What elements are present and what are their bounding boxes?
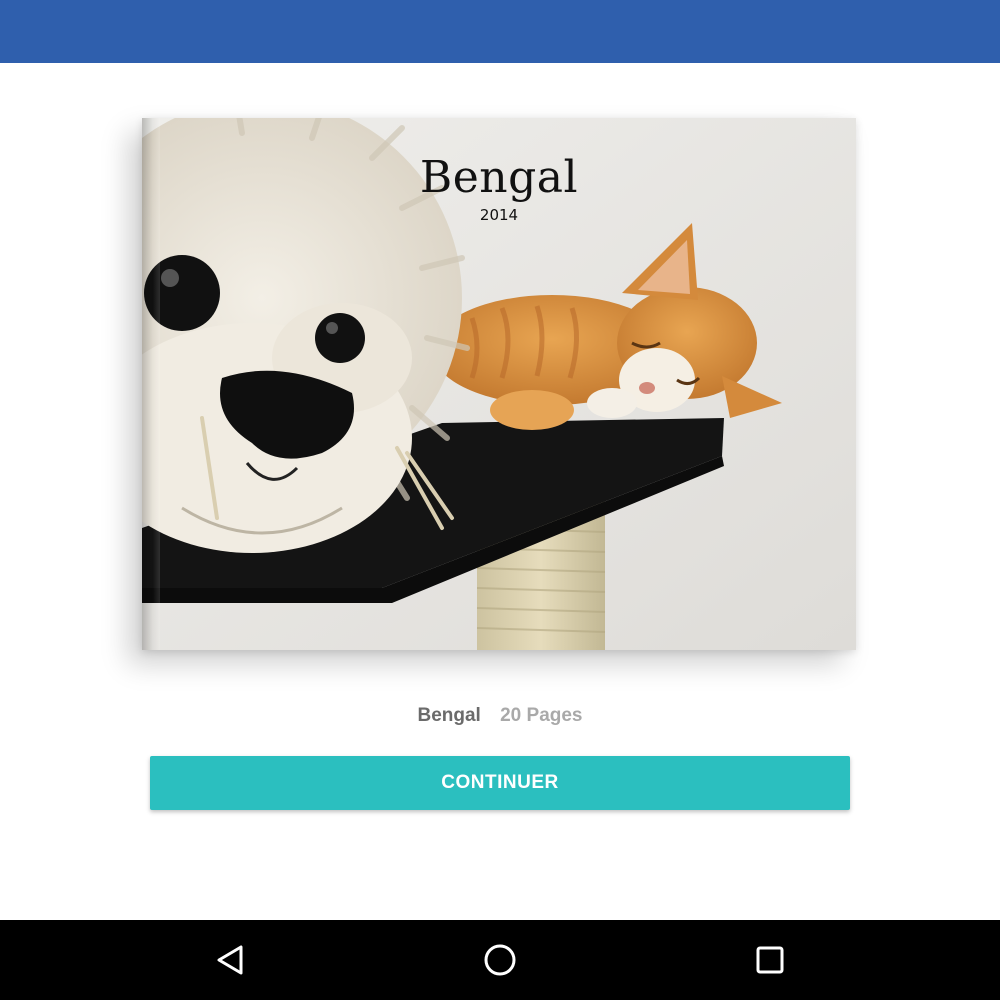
home-icon <box>484 944 516 976</box>
home-button[interactable] <box>460 920 540 1000</box>
cover-title: Bengal <box>419 152 579 203</box>
page-count: 20 Pages <box>500 705 583 726</box>
book-cover[interactable]: Bengal 2014 <box>142 118 856 650</box>
book-name: Bengal <box>417 705 481 726</box>
cover-year: 2014 <box>479 206 519 224</box>
recents-icon <box>756 946 784 974</box>
continue-button[interactable]: CONTINUER <box>150 756 850 810</box>
recents-button[interactable] <box>730 920 810 1000</box>
back-button[interactable] <box>190 920 270 1000</box>
navigation-bar <box>0 920 1000 1000</box>
book-info: Bengal 20 Pages <box>0 705 1000 727</box>
back-icon <box>217 945 243 975</box>
app-bar <box>0 0 1000 63</box>
